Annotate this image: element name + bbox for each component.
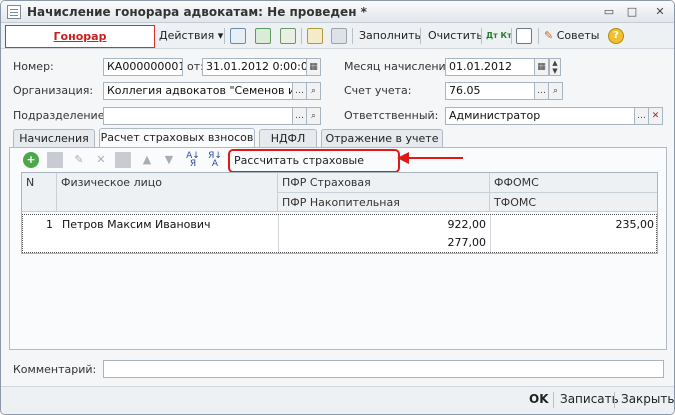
row-number: 1 — [46, 218, 53, 231]
footer-separator — [614, 392, 615, 408]
comment-label: Комментарий: — [13, 363, 97, 376]
month-label: Месяц начисления: — [344, 60, 456, 73]
month-spin-icon[interactable]: ▲ ▼ — [549, 58, 561, 76]
tips-button[interactable]: ✎ Советы — [544, 27, 599, 45]
close-button[interactable]: Закрыть — [621, 391, 674, 407]
account-select-icon[interactable]: … — [534, 82, 549, 100]
col-pfr-acc-header[interactable]: ПФР Накопительная — [278, 193, 490, 212]
print-icon[interactable] — [331, 28, 347, 44]
month-field[interactable]: 01.01.2012 — [445, 58, 535, 76]
end-edit-icon[interactable] — [115, 152, 131, 168]
close-icon[interactable]: ✕ — [653, 5, 667, 19]
col-person-header[interactable]: Физическое лицо — [57, 173, 278, 212]
post-document-icon[interactable] — [230, 28, 246, 44]
resp-clear-icon[interactable]: ✕ — [648, 107, 663, 125]
row-pfr-acc: 277,00 — [447, 236, 487, 249]
help-icon[interactable]: ? — [608, 28, 624, 44]
number-label: Номер: — [13, 60, 54, 73]
honorar-button[interactable]: Гонорар — [5, 25, 155, 48]
toolbar-separator — [538, 28, 539, 44]
toolbar-separator — [511, 28, 512, 44]
toolbar-separator — [481, 28, 482, 44]
dept-field[interactable] — [103, 107, 293, 125]
tab-accruals[interactable]: Начисления — [13, 129, 95, 147]
actions-label: Действия — [159, 29, 215, 42]
col-pfr-ins-header[interactable]: ПФР Страховая — [278, 173, 490, 193]
resp-select-icon[interactable]: … — [634, 107, 649, 125]
edit-row-icon[interactable]: ✎ — [71, 152, 87, 168]
copy-row-icon[interactable] — [47, 152, 63, 168]
pointer-arrow-icon — [397, 152, 409, 164]
col-tfoms-header[interactable]: ТФОМС — [490, 193, 657, 212]
pointer-arrow-shaft — [403, 157, 463, 159]
footer-separator — [553, 392, 554, 408]
document-window: Начисление гонорара адвокатам: Не провед… — [0, 0, 675, 415]
col-ffoms-header[interactable]: ФФОМС — [490, 173, 657, 193]
cell-divider — [490, 215, 491, 252]
tab-accounting[interactable]: Отражение в учете — [321, 129, 443, 147]
resp-field[interactable]: Администратор — [445, 107, 635, 125]
account-field[interactable]: 76.05 — [445, 82, 535, 100]
clear-button[interactable]: Очистить — [428, 27, 483, 45]
org-label: Организация: — [13, 84, 94, 97]
delete-row-icon[interactable]: ✕ — [93, 152, 109, 168]
date-field[interactable]: 31.01.2012 0:00:00 — [202, 58, 307, 76]
dept-search-icon[interactable]: ⌕ — [306, 107, 321, 125]
tips-icon: ✎ — [544, 29, 554, 42]
number-field[interactable]: КА000000001 — [103, 58, 183, 76]
restore-icon[interactable]: □ — [625, 5, 639, 19]
tab-insurance[interactable]: Расчет страховых взносов — [99, 128, 255, 147]
new-document-icon[interactable] — [307, 28, 323, 44]
month-calendar-icon[interactable]: ▦ — [534, 58, 549, 76]
sort-desc-icon[interactable]: Я↓ А — [207, 152, 223, 169]
minimize-icon[interactable]: ▭ — [602, 5, 616, 19]
ok-button[interactable]: OK — [529, 391, 549, 407]
row-pfr-ins: 922,00 — [447, 218, 487, 231]
cell-divider — [278, 215, 279, 252]
org-field[interactable]: Коллегия адвокатов "Семенов и пар — [103, 82, 293, 100]
account-search-icon[interactable]: ⌕ — [548, 82, 563, 100]
document-icon — [7, 5, 21, 19]
save-button[interactable]: Записать — [560, 391, 619, 407]
calc-insurance-button[interactable]: Рассчитать страховые взносы — [234, 152, 394, 185]
add-row-icon[interactable]: + — [23, 152, 39, 168]
toolbar-separator — [420, 28, 421, 44]
insurance-grid: N Физическое лицо ПФР Страховая ПФР Нако… — [21, 172, 658, 254]
move-up-icon[interactable]: ▲ — [139, 152, 155, 168]
calendar-icon[interactable]: ▦ — [306, 58, 321, 76]
table-row[interactable]: 1 Петров Максим Иванович 922,00 277,00 2… — [22, 214, 657, 253]
sort-asc-icon[interactable]: А↓ Я — [185, 152, 201, 169]
row-person: Петров Максим Иванович — [62, 218, 211, 231]
org-search-icon[interactable]: ⌕ — [306, 82, 321, 100]
toolbar-separator — [301, 28, 302, 44]
comment-field[interactable] — [103, 360, 664, 378]
move-down-icon[interactable]: ▼ — [161, 152, 177, 168]
org-select-icon[interactable]: … — [292, 82, 307, 100]
save-icon[interactable] — [255, 28, 271, 44]
actions-menu[interactable]: Действия ▾ — [159, 27, 223, 45]
dtkt-button[interactable]: Дт Кт — [486, 27, 512, 45]
dept-select-icon[interactable]: … — [292, 107, 307, 125]
fill-button[interactable]: Заполнить — [359, 27, 421, 45]
col-n-header[interactable]: N — [22, 173, 57, 212]
dept-label: Подразделение: — [13, 109, 109, 122]
row-ffoms: 235,00 — [615, 218, 655, 231]
report-icon[interactable] — [516, 28, 532, 44]
toolbar-separator — [352, 28, 353, 44]
title-bar: Начисление гонорара адвокатам: Не провед… — [1, 1, 674, 23]
resp-label: Ответственный: — [344, 109, 439, 122]
window-title: Начисление гонорара адвокатам: Не провед… — [27, 5, 367, 19]
toolbar-separator — [224, 28, 225, 44]
tab-ndfl[interactable]: НДФЛ — [259, 129, 317, 147]
tips-label: Советы — [556, 29, 600, 42]
account-label: Счет учета: — [344, 84, 412, 97]
copy-icon[interactable] — [280, 28, 296, 44]
